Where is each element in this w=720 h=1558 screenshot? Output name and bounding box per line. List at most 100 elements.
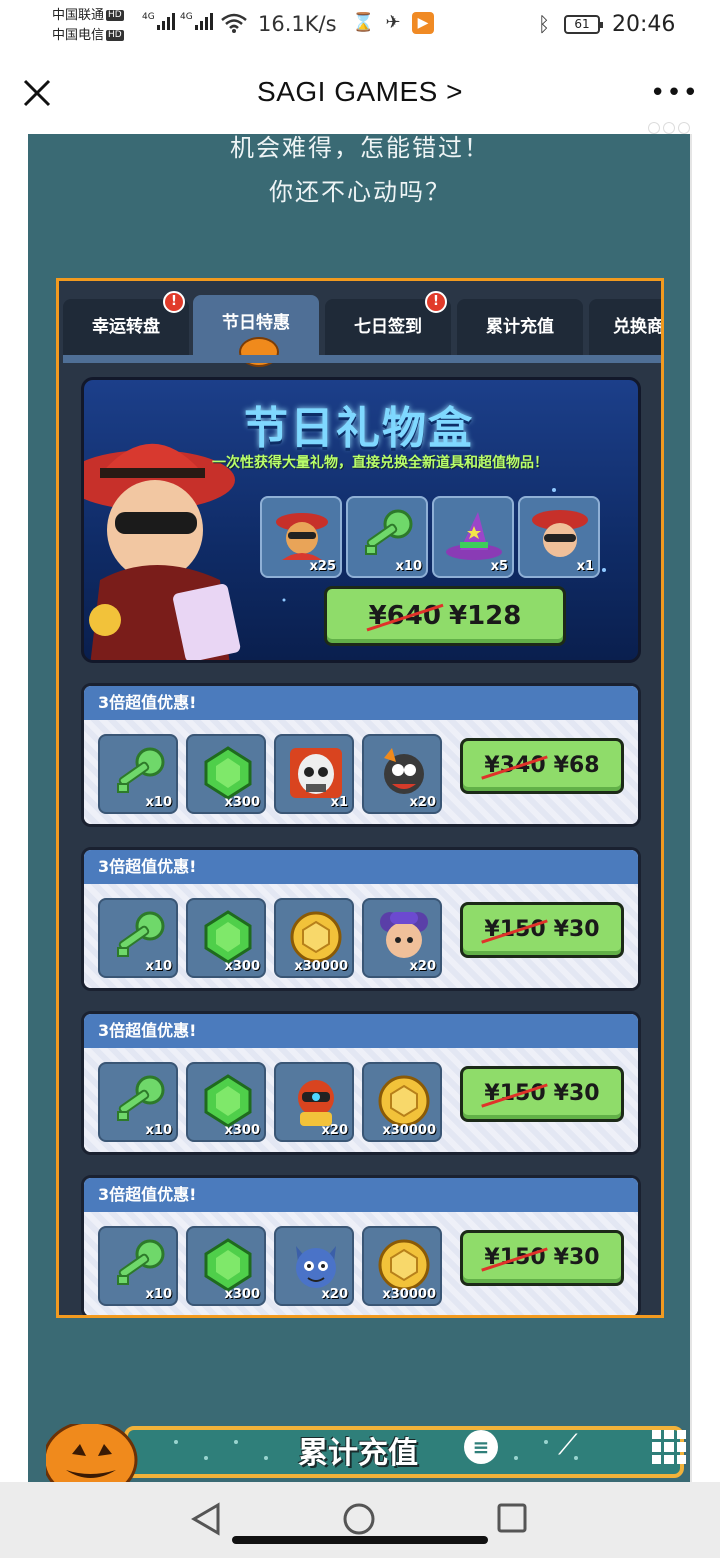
chat-bubble-icon[interactable]: ≡ bbox=[464, 1430, 498, 1464]
gift-item-slot[interactable]: x5 bbox=[432, 496, 514, 578]
deal-item-slot[interactable]: x300 bbox=[186, 1062, 266, 1142]
deal-item-slot[interactable]: x30000 bbox=[362, 1062, 442, 1142]
item-quantity: x10 bbox=[145, 795, 172, 810]
network-speed: 16.1K/s bbox=[258, 12, 337, 36]
game-webview: 机会难得，怎能错过！ 你还不心动吗？ 幸运转盘 ! 节日特惠 七日签到 ! 累计… bbox=[28, 134, 692, 1482]
alert-badge: ! bbox=[425, 291, 447, 313]
gift-box-buy-button[interactable]: ¥640 ¥128 bbox=[324, 586, 566, 646]
home-indicator[interactable] bbox=[232, 1536, 488, 1544]
hd-badge: HD bbox=[106, 10, 124, 21]
deal-body: x10 x300 x20 x30000 ¥150 ¥30 bbox=[84, 1048, 638, 1152]
bandit-character-icon bbox=[276, 513, 328, 560]
item-quantity: x20 bbox=[321, 1123, 348, 1138]
deal-item-slot[interactable]: x20 bbox=[274, 1226, 354, 1306]
deal-item-slot[interactable]: x10 bbox=[98, 1226, 178, 1306]
gold-coin-icon bbox=[378, 1239, 430, 1291]
signal-icon: 4G bbox=[142, 12, 175, 30]
blue-cat-icon bbox=[296, 1246, 336, 1288]
recents-icon[interactable] bbox=[496, 1502, 528, 1534]
item-quantity: x30000 bbox=[382, 1287, 436, 1302]
gift-box-title: 节日礼物盒 bbox=[244, 403, 474, 454]
deal-title: 3倍超值优惠! bbox=[84, 686, 638, 720]
home-icon[interactable] bbox=[342, 1502, 376, 1536]
original-price: ¥150 bbox=[484, 1069, 545, 1119]
green-key-icon bbox=[117, 747, 165, 793]
deal-item-slot[interactable]: x10 bbox=[98, 734, 178, 814]
deal-item-slot[interactable]: x10 bbox=[98, 1062, 178, 1142]
deal-item-slot[interactable]: x20 bbox=[274, 1062, 354, 1142]
more-menu-button[interactable]: ••• bbox=[650, 78, 699, 108]
deal-card: 3倍超值优惠! x10 x300 x30000 x20 ¥150 ¥30 bbox=[81, 847, 641, 991]
deal-buy-button[interactable]: ¥150 ¥30 bbox=[460, 902, 624, 958]
green-key-icon bbox=[117, 911, 165, 957]
gold-coin-icon bbox=[290, 911, 342, 963]
witch-hat-icon bbox=[446, 512, 502, 560]
gift-item-slot[interactable]: x10 bbox=[346, 496, 428, 578]
back-icon[interactable] bbox=[190, 1502, 222, 1536]
deal-title: 3倍超值优惠! bbox=[84, 1178, 638, 1212]
deal-item-slot[interactable]: x10 bbox=[98, 898, 178, 978]
green-key-icon bbox=[117, 1239, 165, 1285]
deal-item-slot[interactable]: x300 bbox=[186, 1226, 266, 1306]
carrier-1: 中国联通 bbox=[52, 8, 105, 23]
system-nav-bar bbox=[0, 1482, 720, 1558]
item-quantity: x10 bbox=[145, 959, 172, 974]
deal-card: 3倍超值优惠! x10 x300 x20 x30000 ¥150 ¥30 bbox=[81, 1011, 641, 1155]
carrier-2: 中国电信 bbox=[52, 28, 105, 43]
gift-item-slot[interactable]: x1 bbox=[518, 496, 600, 578]
magic-wand-icon[interactable]: ⟋ bbox=[558, 1428, 578, 1462]
item-quantity: x30000 bbox=[382, 1123, 436, 1138]
gift-box-subtitle: 一次性获得大量礼物，直接兑换全新道具和超值物品！ bbox=[212, 455, 548, 471]
loading-dots-icon bbox=[648, 122, 690, 134]
alert-badge: ! bbox=[163, 291, 185, 313]
deal-item-slot[interactable]: x300 bbox=[186, 898, 266, 978]
green-gem-icon bbox=[204, 910, 252, 964]
tab-exchange[interactable]: 兑换商 bbox=[589, 299, 661, 355]
hourglass-icon: ⌛ bbox=[352, 12, 375, 33]
signal-icon: 4G bbox=[180, 12, 213, 30]
tab-lucky-wheel[interactable]: 幸运转盘 ! bbox=[63, 291, 189, 355]
item-quantity: x300 bbox=[224, 795, 260, 810]
tab-cumulative-recharge[interactable]: 累计充值 bbox=[457, 299, 583, 355]
green-key-icon bbox=[365, 509, 413, 555]
deal-buy-button[interactable]: ¥150 ¥30 bbox=[460, 1230, 624, 1286]
green-gem-icon bbox=[204, 1074, 252, 1128]
gold-coin-icon bbox=[378, 1075, 430, 1127]
deal-item-slot[interactable]: x20 bbox=[362, 898, 442, 978]
notification-icons: ⌛ ✈ ▶ bbox=[352, 12, 434, 34]
deal-item-slot[interactable]: x1 bbox=[274, 734, 354, 814]
tab-seven-day-checkin[interactable]: 七日签到 ! bbox=[325, 291, 451, 355]
tab-holiday-deals[interactable]: 节日特惠 bbox=[193, 295, 319, 367]
item-quantity: x300 bbox=[224, 959, 260, 974]
bottom-banner-label[interactable]: 累计充值 bbox=[298, 1428, 418, 1472]
deal-buy-button[interactable]: ¥150 ¥30 bbox=[460, 1066, 624, 1122]
deal-buy-button[interactable]: ¥340 ¥68 bbox=[460, 738, 624, 794]
holiday-gift-box: 节日礼物盒 一次性获得大量礼物，直接兑换全新道具和超值物品！ x25 x10 x… bbox=[81, 377, 641, 663]
deal-body: x10 x300 x30000 x20 ¥150 ¥30 bbox=[84, 884, 638, 988]
deal-item-slot[interactable]: x30000 bbox=[274, 898, 354, 978]
item-quantity: x20 bbox=[409, 959, 436, 974]
sale-price: ¥30 bbox=[553, 1245, 600, 1270]
gift-item-slot[interactable]: x25 bbox=[260, 496, 342, 578]
original-price: ¥640 bbox=[369, 589, 441, 643]
item-quantity: x10 bbox=[145, 1123, 172, 1138]
clock: 20:46 bbox=[612, 12, 676, 37]
title-bar: SAGI GAMES > ••• bbox=[0, 56, 720, 134]
wifi-icon bbox=[221, 13, 247, 33]
purple-mouse-icon bbox=[380, 912, 428, 958]
item-quantity: x20 bbox=[321, 1287, 348, 1302]
bluetooth-icon: ᛒ bbox=[538, 12, 550, 36]
item-quantity: x30000 bbox=[294, 959, 348, 974]
promo-line-2: 你还不心动吗？ bbox=[269, 178, 451, 206]
deal-item-slot[interactable]: x20 bbox=[362, 734, 442, 814]
deal-item-slot[interactable]: x30000 bbox=[362, 1226, 442, 1306]
original-price: ¥340 bbox=[484, 741, 545, 791]
deal-item-slot[interactable]: x300 bbox=[186, 734, 266, 814]
sale-price: ¥30 bbox=[553, 1081, 600, 1106]
item-quantity: x300 bbox=[224, 1287, 260, 1302]
hd-badge: HD bbox=[106, 30, 124, 41]
item-quantity: x1 bbox=[330, 795, 348, 810]
page-title[interactable]: SAGI GAMES > bbox=[0, 76, 720, 108]
sale-price: ¥30 bbox=[553, 917, 600, 942]
grid-menu-icon[interactable] bbox=[652, 1430, 686, 1464]
